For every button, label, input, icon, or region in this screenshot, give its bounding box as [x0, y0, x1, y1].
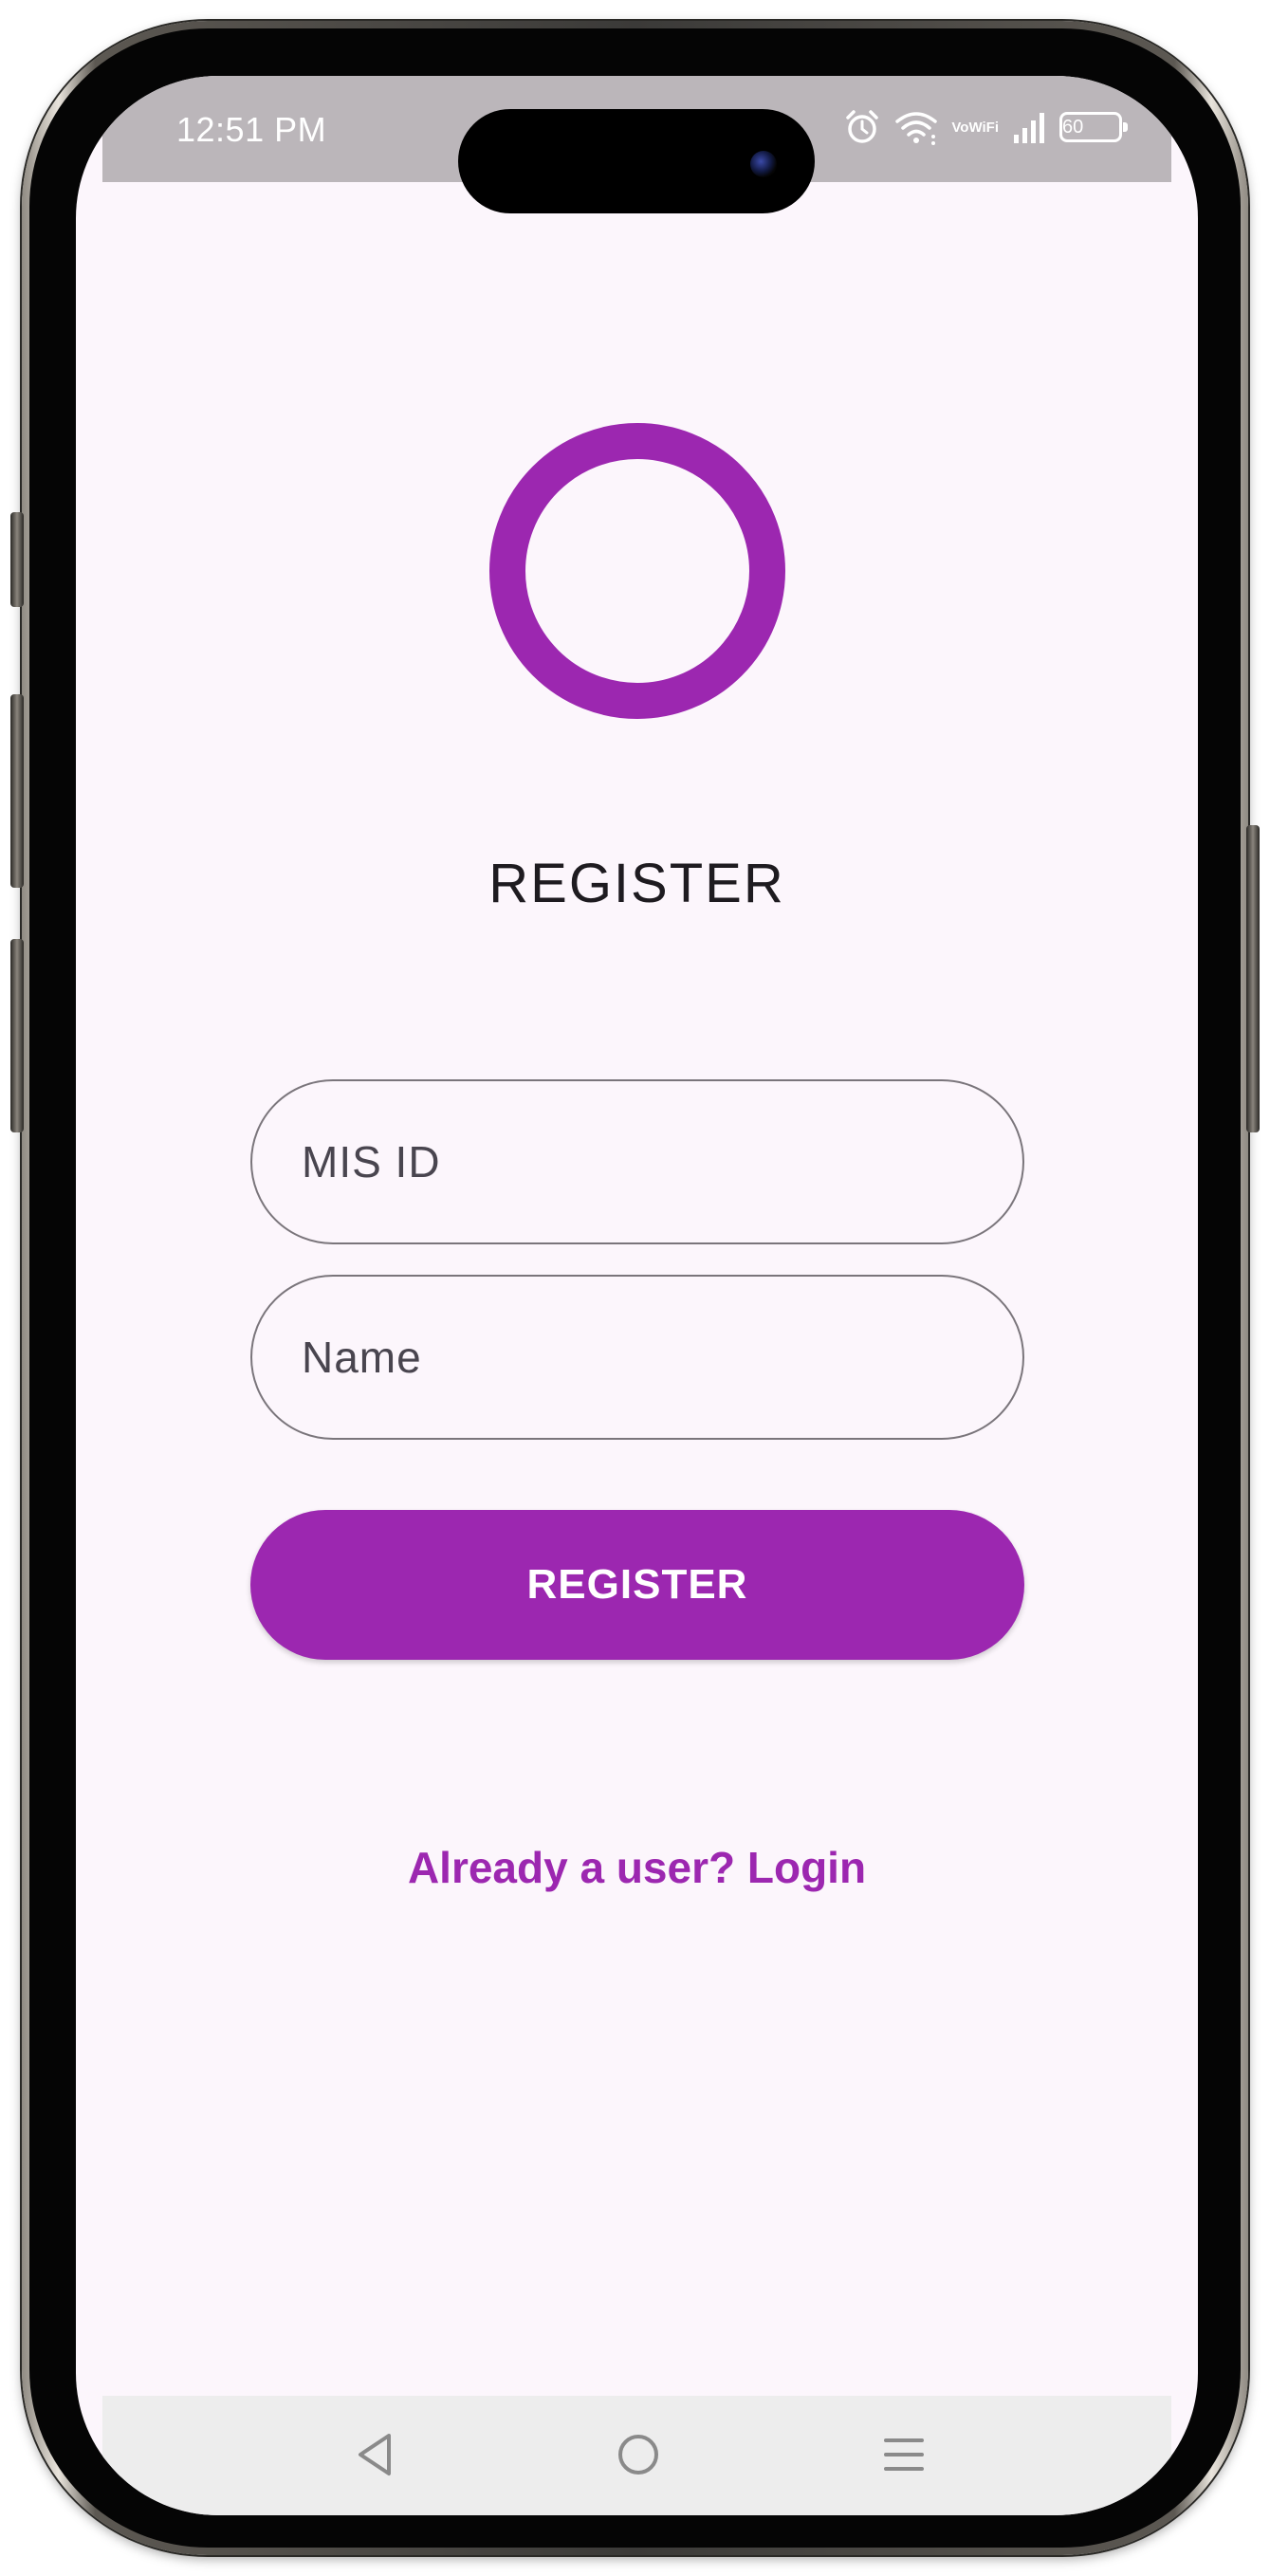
menu-icon[interactable] — [875, 2426, 932, 2483]
home-icon[interactable] — [610, 2426, 667, 2483]
page-title: REGISTER — [488, 853, 785, 914]
register-button[interactable]: REGISTER — [250, 1510, 1024, 1660]
back-icon[interactable] — [346, 2426, 403, 2483]
login-link[interactable]: Already a user? Login — [76, 1842, 1198, 1893]
front-camera — [750, 151, 777, 177]
silent-switch — [10, 512, 24, 607]
power-button — [1246, 825, 1260, 1132]
vowifi-label-bottom: WiFi — [968, 119, 999, 136]
dynamic-island — [458, 109, 815, 213]
navigation-bar — [102, 2396, 1171, 2515]
alarm-icon — [843, 108, 881, 146]
mis-id-input[interactable] — [250, 1079, 1024, 1244]
app-logo — [489, 423, 785, 719]
volume-down-button — [10, 939, 24, 1132]
status-icons: Vo WiFi 60 — [843, 108, 1128, 146]
vowifi-indicator: Vo WiFi — [951, 120, 999, 135]
status-time: 12:51 PM — [176, 110, 327, 149]
name-input[interactable] — [250, 1275, 1024, 1440]
vowifi-label-top: Vo — [951, 119, 969, 136]
wifi-icon — [894, 108, 938, 146]
signal-icon — [1012, 110, 1046, 144]
battery-icon: 60 — [1059, 112, 1128, 142]
screen: 12:51 PM Vo WiFi 60 REGISTER MIS ID Name… — [76, 76, 1198, 2515]
volume-up-button — [10, 694, 24, 888]
